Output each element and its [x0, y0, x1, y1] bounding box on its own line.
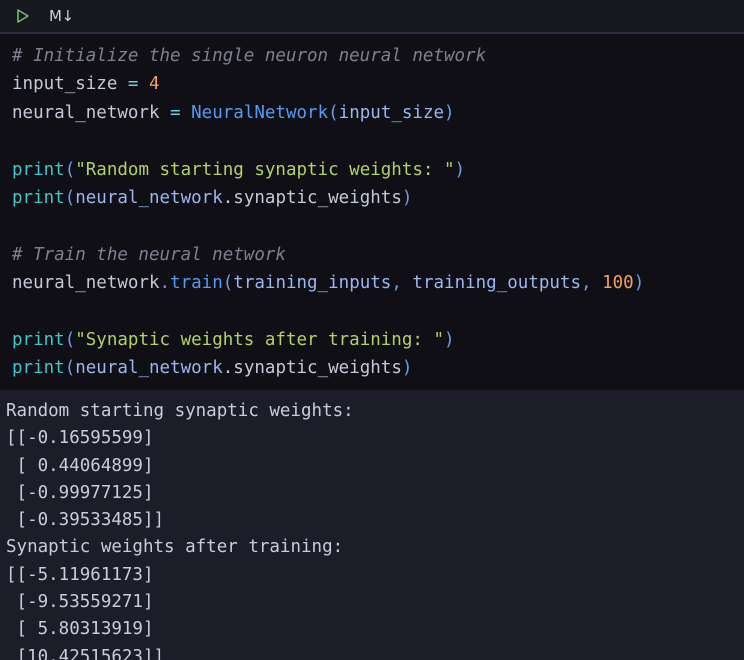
notebook-code-cell: M↓ # Initialize the single neuron neural…	[0, 0, 744, 660]
code-token: neural_network	[75, 358, 223, 379]
code-line: neural_network.train(training_inputs, tr…	[12, 269, 744, 297]
code-token: print	[12, 159, 65, 180]
code-token: input_size	[338, 102, 445, 123]
code-token: "Random starting synaptic weights: "	[75, 159, 455, 180]
code-token: neural_network	[12, 102, 171, 123]
output-line: Synaptic weights after training:	[6, 537, 344, 558]
output-line: [-0.99977125]	[6, 482, 154, 503]
code-line: neural_network = NeuralNetwork(input_siz…	[12, 99, 744, 127]
code-token: )	[633, 273, 645, 294]
code-token: )	[444, 102, 455, 123]
code-line	[12, 127, 744, 155]
code-line: # Train the neural network	[12, 241, 744, 269]
code-token: # Initialize the single neuron neural ne…	[12, 46, 487, 66]
code-token: .	[159, 273, 171, 294]
code-token: )	[401, 187, 413, 208]
output-line: Random starting synaptic weights:	[6, 401, 354, 421]
code-line: print("Random starting synaptic weights:…	[12, 156, 744, 184]
code-line: print("Synaptic weights after training: …	[12, 326, 744, 354]
code-token: train	[170, 273, 223, 294]
code-token: 100	[602, 273, 634, 294]
code-line: # Initialize the single neuron neural ne…	[12, 42, 744, 70]
code-editor[interactable]: # Initialize the single neuron neural ne…	[0, 34, 744, 390]
code-token: print	[12, 329, 65, 350]
code-token: (	[64, 358, 76, 379]
code-token: neural_network	[75, 187, 223, 208]
cell-toolbar: M↓	[0, 0, 744, 34]
output-line: [ 5.80313919]	[6, 619, 154, 640]
code-token: synaptic_weights	[233, 187, 402, 208]
code-token: training_outputs	[412, 273, 581, 294]
code-token: =	[127, 74, 139, 95]
code-token: (	[222, 273, 234, 294]
output-line: [-9.53559271]	[6, 592, 154, 613]
run-cell-button[interactable]	[9, 4, 35, 28]
code-line	[12, 298, 744, 326]
code-token: .	[222, 358, 234, 379]
output-line: [[-5.11961173]	[6, 564, 154, 585]
code-token: (	[64, 159, 76, 180]
cell-output: Random starting synaptic weights: [[-0.16…	[0, 390, 744, 660]
code-token: print	[12, 358, 65, 379]
code-token: )	[444, 329, 455, 350]
code-line: input_size = 4	[12, 70, 744, 98]
output-line: [10.42515623]]	[6, 646, 165, 660]
code-token: synaptic_weights	[233, 358, 402, 379]
markdown-icon[interactable]: M↓	[49, 6, 74, 25]
code-token: neural_network	[12, 273, 160, 294]
code-token: )	[454, 159, 466, 180]
code-token: "Synaptic weights after training: "	[75, 329, 444, 350]
code-token: NeuralNetwork	[191, 102, 329, 123]
code-line: print(neural_network.synaptic_weights)	[12, 354, 744, 382]
code-token: )	[401, 358, 413, 379]
code-token: (	[64, 187, 76, 208]
markdown-label: M↓	[49, 6, 74, 25]
output-line: [-0.39533485]]	[6, 510, 165, 531]
code-token: .	[222, 187, 234, 208]
code-token: (	[328, 102, 339, 123]
code-token: training_inputs	[233, 273, 392, 294]
code-token: 4	[149, 74, 160, 95]
play-triangle-icon	[13, 7, 31, 25]
code-token: input_size	[12, 74, 128, 95]
code-token: ,	[581, 273, 603, 294]
code-token: # Train the neural network	[12, 244, 286, 265]
code-line	[12, 212, 744, 240]
code-line: print(neural_network.synaptic_weights)	[12, 184, 744, 212]
output-line: [ 0.44064899]	[6, 455, 154, 476]
code-token: print	[12, 187, 65, 208]
code-token: (	[64, 329, 76, 350]
output-line: [[-0.16595599]	[6, 428, 154, 449]
code-token: ,	[391, 273, 413, 294]
code-token: =	[170, 102, 181, 123]
